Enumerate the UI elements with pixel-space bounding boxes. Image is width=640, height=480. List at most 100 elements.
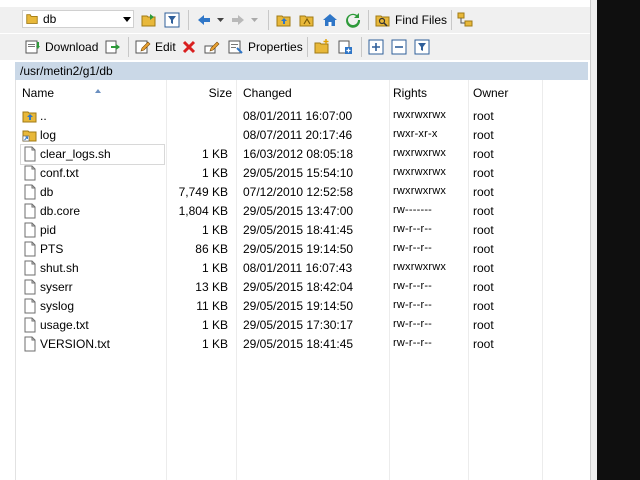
chevron-down-icon[interactable] (216, 11, 224, 29)
file-rights: rw-r--r-- (393, 337, 433, 349)
file-name-cell[interactable]: log (21, 126, 164, 145)
file-rights: rw-r--r-- (393, 299, 433, 311)
file-list-panel: Name Size Changed Rights Owner .. 08/01/2… (15, 80, 589, 480)
file-row[interactable]: clear_logs.sh 1 KB 16/03/2012 08:05:18 rwxr… (16, 144, 589, 165)
file-row[interactable]: syslog 11 KB 29/05/2015 19:14:50 rw-r--r-- r… (16, 297, 589, 316)
file-name-cell[interactable]: usage.txt (21, 316, 164, 335)
file-name-cell[interactable]: db.core (21, 202, 164, 221)
back-button[interactable] (195, 10, 224, 30)
tree-view-button[interactable] (456, 10, 474, 30)
file-name-cell[interactable]: clear_logs.sh (20, 144, 165, 165)
column-header-name-label: Name (22, 86, 55, 100)
file-name: clear_logs.sh (40, 147, 111, 161)
file-icon (22, 317, 38, 333)
filter-button[interactable] (163, 10, 181, 30)
sort-ascending-icon (95, 89, 101, 93)
edit-button[interactable]: Edit (134, 37, 176, 57)
refresh-button[interactable] (344, 10, 362, 30)
parent-directory-button[interactable] (275, 10, 293, 30)
file-row[interactable]: conf.txt 1 KB 29/05/2015 15:54:10 rwxrwxrwx… (16, 164, 589, 183)
filter-selection-button[interactable] (413, 37, 431, 57)
file-owner: root (473, 185, 494, 199)
file-name: db.core (40, 204, 81, 218)
file-size: 86 KB (195, 242, 228, 256)
file-name-cell[interactable]: conf.txt (21, 164, 164, 183)
file-changed: 08/01/2011 16:07:00 (243, 109, 353, 123)
find-files-button[interactable]: Find Files (374, 10, 447, 30)
select-files-button[interactable] (367, 37, 385, 57)
file-icon (22, 222, 38, 238)
file-row[interactable]: syserr 13 KB 29/05/2015 18:42:04 rw-r--r-- r… (16, 278, 589, 297)
file-name-cell[interactable]: .. (21, 107, 164, 126)
file-row[interactable]: log 08/07/2011 20:17:46 rwxr-xr-x root (16, 126, 589, 145)
file-size: 1 KB (201, 166, 228, 180)
file-changed: 29/05/2015 18:41:45 (243, 223, 354, 237)
file-name-cell[interactable]: db (21, 183, 164, 202)
toolbar-separator (268, 10, 269, 30)
file-row[interactable]: shut.sh 1 KB 08/01/2011 16:07:43 rwxrwxrwx r… (16, 259, 589, 278)
folder-link-icon (22, 127, 38, 143)
parent-folder-icon (275, 11, 293, 29)
file-size: 1 KB (201, 261, 228, 275)
file-name: usage.txt (40, 318, 89, 332)
file-row[interactable]: .. 08/01/2011 16:07:00 rwxrwxrwx root (16, 107, 589, 126)
column-header-rights[interactable]: Rights (393, 86, 463, 104)
download-options-button[interactable] (104, 37, 122, 57)
file-row[interactable]: pid 1 KB 29/05/2015 18:41:45 rw-r--r-- root (16, 221, 589, 240)
edit-label: Edit (155, 40, 176, 54)
toolbar-separator (368, 10, 369, 30)
properties-label: Properties (248, 40, 303, 54)
column-header-owner[interactable]: Owner (473, 86, 538, 104)
find-files-icon (374, 11, 392, 29)
delete-button[interactable] (180, 37, 198, 57)
file-icon (22, 184, 38, 200)
root-directory-button[interactable] (298, 10, 316, 30)
file-row[interactable]: db.core 1,804 KB 29/05/2015 13:47:00 rw----… (16, 202, 589, 221)
file-name-cell[interactable]: shut.sh (21, 259, 164, 278)
chevron-down-icon[interactable] (250, 11, 258, 29)
file-changed: 29/05/2015 18:41:45 (243, 337, 354, 351)
new-file-icon (336, 38, 354, 56)
file-name-cell[interactable]: VERSION.txt (21, 335, 164, 354)
properties-icon (227, 38, 245, 56)
file-size: 11 KB (196, 299, 228, 313)
file-owner: root (473, 242, 494, 256)
file-icon (22, 298, 38, 314)
file-name-cell[interactable]: pid (21, 221, 164, 240)
unselect-files-button[interactable] (390, 37, 408, 57)
column-header-changed[interactable]: Changed (243, 86, 383, 104)
properties-button[interactable]: Properties (227, 37, 303, 57)
file-name: PTS (40, 242, 64, 256)
file-name: log (40, 128, 57, 142)
file-row[interactable]: VERSION.txt 1 KB 29/05/2015 18:41:45 rw-r--… (16, 335, 589, 354)
open-directory-button[interactable] (140, 10, 158, 30)
file-row[interactable]: PTS 86 KB 29/05/2015 19:14:50 rw-r--r-- root (16, 240, 589, 259)
file-name: .. (40, 109, 47, 123)
file-name-cell[interactable]: syslog (21, 297, 164, 316)
file-changed: 29/05/2015 18:42:04 (243, 280, 354, 294)
toolbar-separator (128, 37, 129, 57)
rename-button[interactable] (203, 37, 221, 57)
file-rights: rw-r--r-- (393, 223, 433, 235)
file-icon (22, 165, 38, 181)
file-name-cell[interactable]: PTS (21, 240, 164, 259)
download-label: Download (45, 40, 99, 54)
refresh-icon (344, 11, 362, 29)
home-directory-button[interactable] (321, 10, 339, 30)
path-dropdown[interactable]: db (22, 10, 134, 28)
column-header-name[interactable]: Name (22, 86, 166, 104)
forward-button[interactable] (229, 10, 258, 30)
file-row[interactable]: usage.txt 1 KB 29/05/2015 17:30:17 rw-r--r-… (16, 316, 589, 335)
column-header-size[interactable]: Size (166, 86, 232, 104)
chevron-down-icon[interactable] (123, 17, 131, 23)
parent-folder-icon (22, 108, 38, 124)
file-owner: root (473, 166, 494, 180)
file-name: pid (40, 223, 57, 237)
current-path: /usr/metin2/g1/db (20, 64, 113, 78)
new-folder-button[interactable] (313, 37, 331, 57)
file-rights: rw-r--r-- (393, 318, 433, 330)
file-name-cell[interactable]: syserr (21, 278, 164, 297)
download-button[interactable]: Download (24, 37, 98, 57)
new-file-button[interactable] (336, 37, 354, 57)
file-row[interactable]: db 7,749 KB 07/12/2010 12:52:58 rwxrwxrwx ro… (16, 183, 589, 202)
